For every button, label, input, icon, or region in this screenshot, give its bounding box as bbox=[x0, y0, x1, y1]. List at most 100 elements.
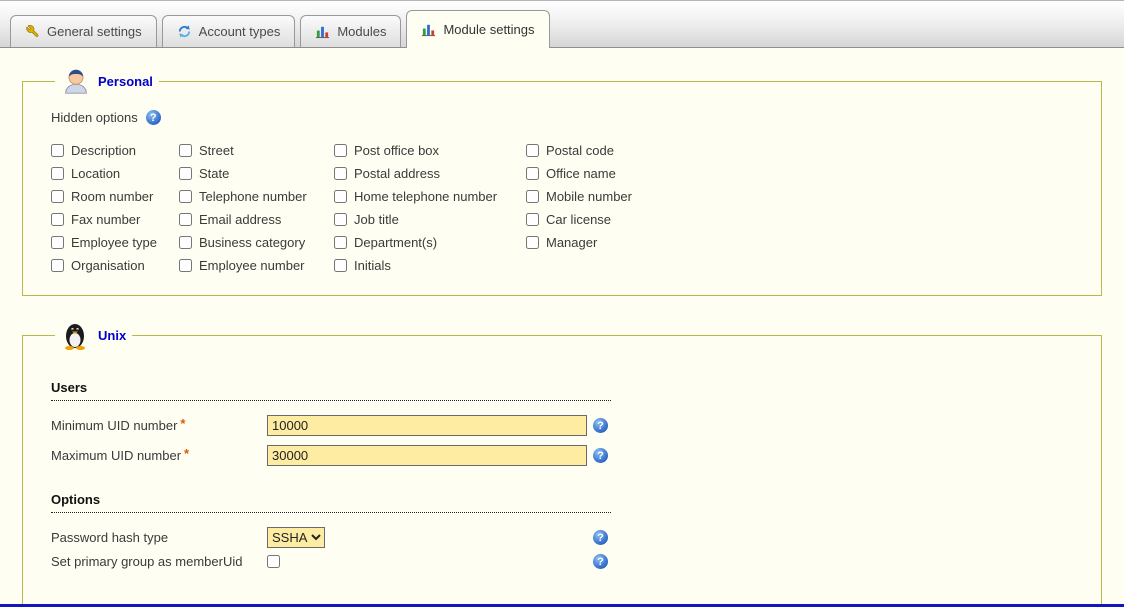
tab-account-types[interactable]: Account types bbox=[162, 15, 296, 47]
member-uid-label: Set primary group as memberUid bbox=[51, 554, 267, 569]
hidden-option-checkbox[interactable] bbox=[526, 236, 539, 249]
hidden-option-label: Department(s) bbox=[354, 235, 437, 250]
hidden-option-checkbox[interactable] bbox=[51, 144, 64, 157]
hidden-option-item: Home telephone number bbox=[334, 189, 526, 204]
member-uid-checkbox[interactable] bbox=[267, 555, 280, 568]
hidden-option-checkbox[interactable] bbox=[51, 236, 64, 249]
hidden-option-item: Post office box bbox=[334, 143, 526, 158]
hidden-option-checkbox[interactable] bbox=[526, 190, 539, 203]
hidden-option-checkbox[interactable] bbox=[179, 190, 192, 203]
hidden-option-checkbox[interactable] bbox=[51, 259, 64, 272]
hidden-option-checkbox[interactable] bbox=[179, 259, 192, 272]
hidden-option-item: Location bbox=[51, 166, 179, 181]
hidden-option-item: Initials bbox=[334, 258, 526, 273]
hidden-option-item: Organisation bbox=[51, 258, 179, 273]
hidden-option-item: Employee type bbox=[51, 235, 179, 250]
hidden-option-checkbox[interactable] bbox=[179, 236, 192, 249]
hidden-option-label: Initials bbox=[354, 258, 391, 273]
help-icon[interactable]: ? bbox=[593, 448, 608, 463]
page: General settings Account types Modules M… bbox=[0, 0, 1124, 607]
hidden-option-label: Post office box bbox=[354, 143, 439, 158]
hidden-option-checkbox[interactable] bbox=[526, 213, 539, 226]
hidden-option-item: Car license bbox=[526, 212, 706, 227]
required-marker: * bbox=[180, 416, 185, 431]
hidden-option-checkbox[interactable] bbox=[334, 259, 347, 272]
hidden-option-checkbox[interactable] bbox=[51, 213, 64, 226]
password-hash-select[interactable]: SSHA bbox=[267, 527, 325, 548]
hidden-option-label: Car license bbox=[546, 212, 611, 227]
hidden-option-checkbox[interactable] bbox=[179, 213, 192, 226]
hidden-option-item: Postal address bbox=[334, 166, 526, 181]
hidden-options-row: Hidden options ? bbox=[51, 110, 1077, 125]
password-hash-label: Password hash type bbox=[51, 530, 267, 545]
hidden-option-label: Job title bbox=[354, 212, 399, 227]
hidden-option-label: Employee number bbox=[199, 258, 305, 273]
hidden-option-checkbox[interactable] bbox=[334, 190, 347, 203]
uid-fields: Minimum UID number* ? Maximum UID number… bbox=[47, 415, 1077, 466]
person-icon bbox=[61, 66, 91, 96]
uid-input[interactable] bbox=[267, 415, 587, 436]
hidden-option-checkbox[interactable] bbox=[51, 167, 64, 180]
modules-icon bbox=[315, 24, 330, 39]
help-icon[interactable]: ? bbox=[593, 530, 608, 545]
help-icon[interactable]: ? bbox=[593, 418, 608, 433]
tab-modules[interactable]: Modules bbox=[300, 15, 401, 47]
hidden-option-label: State bbox=[199, 166, 229, 181]
hidden-option-item: Telephone number bbox=[179, 189, 334, 204]
hidden-option-label: Business category bbox=[199, 235, 305, 250]
hidden-option-label: Street bbox=[199, 143, 234, 158]
hidden-option-checkbox[interactable] bbox=[179, 144, 192, 157]
unix-section-title: Unix bbox=[98, 328, 126, 343]
personal-section-title: Personal bbox=[98, 74, 153, 89]
hidden-option-item: Mobile number bbox=[526, 189, 706, 204]
password-hash-row: Password hash type SSHA ? bbox=[51, 527, 1077, 548]
hidden-option-label: Employee type bbox=[71, 235, 157, 250]
hidden-option-item: Department(s) bbox=[334, 235, 526, 250]
uid-field-row: Minimum UID number* ? bbox=[51, 415, 1077, 436]
tux-icon bbox=[61, 320, 91, 350]
unix-section: Unix Users Minimum UID number* ? Maximum… bbox=[22, 320, 1102, 607]
hidden-option-checkbox[interactable] bbox=[526, 167, 539, 180]
hidden-option-label: Location bbox=[71, 166, 120, 181]
modules-icon bbox=[421, 22, 436, 37]
hidden-option-checkbox[interactable] bbox=[526, 144, 539, 157]
tab-bar: General settings Account types Modules M… bbox=[0, 1, 1124, 48]
hidden-option-item: Postal code bbox=[526, 143, 706, 158]
hidden-options-label: Hidden options bbox=[51, 110, 138, 125]
required-marker: * bbox=[184, 446, 189, 461]
options-subheading: Options bbox=[51, 492, 611, 513]
uid-field-row: Maximum UID number* ? bbox=[51, 445, 1077, 466]
hidden-option-checkbox[interactable] bbox=[51, 190, 64, 203]
hidden-option-item: Email address bbox=[179, 212, 334, 227]
help-icon[interactable]: ? bbox=[593, 554, 608, 569]
hidden-option-item: Manager bbox=[526, 235, 706, 250]
hidden-option-label: Postal code bbox=[546, 143, 614, 158]
hidden-option-label: Mobile number bbox=[546, 189, 632, 204]
hidden-option-label: Office name bbox=[546, 166, 616, 181]
hidden-option-checkbox[interactable] bbox=[334, 236, 347, 249]
tab-module-settings[interactable]: Module settings bbox=[406, 10, 549, 48]
hidden-option-checkbox[interactable] bbox=[334, 167, 347, 180]
hidden-option-checkbox[interactable] bbox=[179, 167, 192, 180]
hidden-option-item: State bbox=[179, 166, 334, 181]
hidden-option-checkbox[interactable] bbox=[334, 144, 347, 157]
hidden-option-label: Home telephone number bbox=[354, 189, 497, 204]
hidden-option-checkbox[interactable] bbox=[334, 213, 347, 226]
hidden-option-item: Description bbox=[51, 143, 179, 158]
personal-section-legend: Personal bbox=[55, 66, 159, 96]
hidden-option-label: Email address bbox=[199, 212, 281, 227]
uid-field-label: Minimum UID number* bbox=[51, 418, 267, 433]
hidden-option-item: Fax number bbox=[51, 212, 179, 227]
hidden-option-label: Organisation bbox=[71, 258, 145, 273]
uid-input[interactable] bbox=[267, 445, 587, 466]
hidden-option-label: Fax number bbox=[71, 212, 140, 227]
tab-general-settings[interactable]: General settings bbox=[10, 15, 157, 47]
member-uid-row: Set primary group as memberUid ? bbox=[51, 554, 1077, 569]
personal-section: Personal Hidden options ? Description St… bbox=[22, 66, 1102, 296]
hidden-option-label: Manager bbox=[546, 235, 597, 250]
hidden-option-label: Telephone number bbox=[199, 189, 307, 204]
account-types-icon bbox=[177, 24, 192, 39]
help-icon[interactable]: ? bbox=[146, 110, 161, 125]
content: Personal Hidden options ? Description St… bbox=[0, 48, 1124, 607]
hidden-option-label: Room number bbox=[71, 189, 153, 204]
